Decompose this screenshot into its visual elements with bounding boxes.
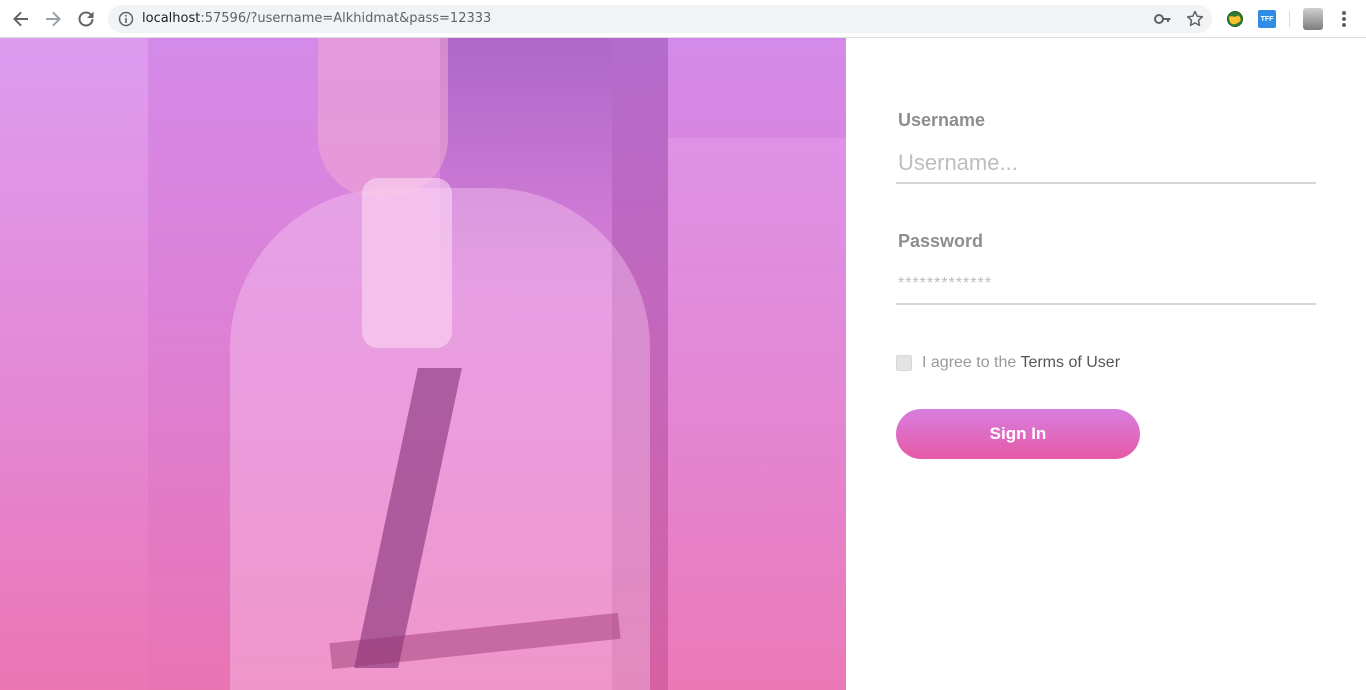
browser-toolbar: localhost:57596/?username=Alkhidmat&pass… <box>0 0 1366 38</box>
star-icon[interactable] <box>1186 10 1204 28</box>
person-head <box>318 38 448 198</box>
terms-link[interactable]: Terms of User <box>1020 354 1120 371</box>
agree-text: I agree to the <box>922 354 1021 371</box>
tff-extension-icon[interactable]: TFF <box>1258 10 1276 28</box>
menu-dots-icon[interactable] <box>1334 7 1354 31</box>
address-bar[interactable]: localhost:57596/?username=Alkhidmat&pass… <box>108 5 1212 33</box>
url-host: localhost <box>142 11 201 26</box>
url-path: :57596/?username=Alkhidmat&pass=12333 <box>200 11 492 26</box>
globe-extension-icon[interactable] <box>1226 10 1244 28</box>
username-label: Username <box>898 110 986 130</box>
phone-in-hand <box>362 178 452 348</box>
password-label: Password <box>898 231 984 251</box>
hero-image <box>0 38 846 690</box>
terms-checkbox[interactable] <box>896 355 912 371</box>
key-icon[interactable] <box>1154 11 1172 27</box>
login-form: Username Password I agree to the Terms o… <box>846 38 1366 690</box>
forward-button[interactable] <box>41 7 65 31</box>
back-button[interactable] <box>9 7 33 31</box>
info-icon[interactable] <box>118 11 134 27</box>
reload-button[interactable] <box>74 7 98 31</box>
hero-background-panel <box>0 38 148 690</box>
hero-background-mirror <box>668 138 846 690</box>
username-input[interactable] <box>896 144 1316 184</box>
reload-icon <box>78 11 94 27</box>
terms-agree-label: I agree to the Terms of User <box>922 354 1120 372</box>
back-arrow-icon <box>13 11 28 27</box>
sign-in-button[interactable]: Sign In <box>896 409 1140 459</box>
password-input[interactable] <box>896 265 1316 305</box>
profile-avatar[interactable] <box>1303 8 1323 30</box>
url-text[interactable]: localhost:57596/?username=Alkhidmat&pass… <box>142 11 491 27</box>
toolbar-divider <box>1289 11 1290 27</box>
forward-arrow-icon <box>46 11 61 27</box>
